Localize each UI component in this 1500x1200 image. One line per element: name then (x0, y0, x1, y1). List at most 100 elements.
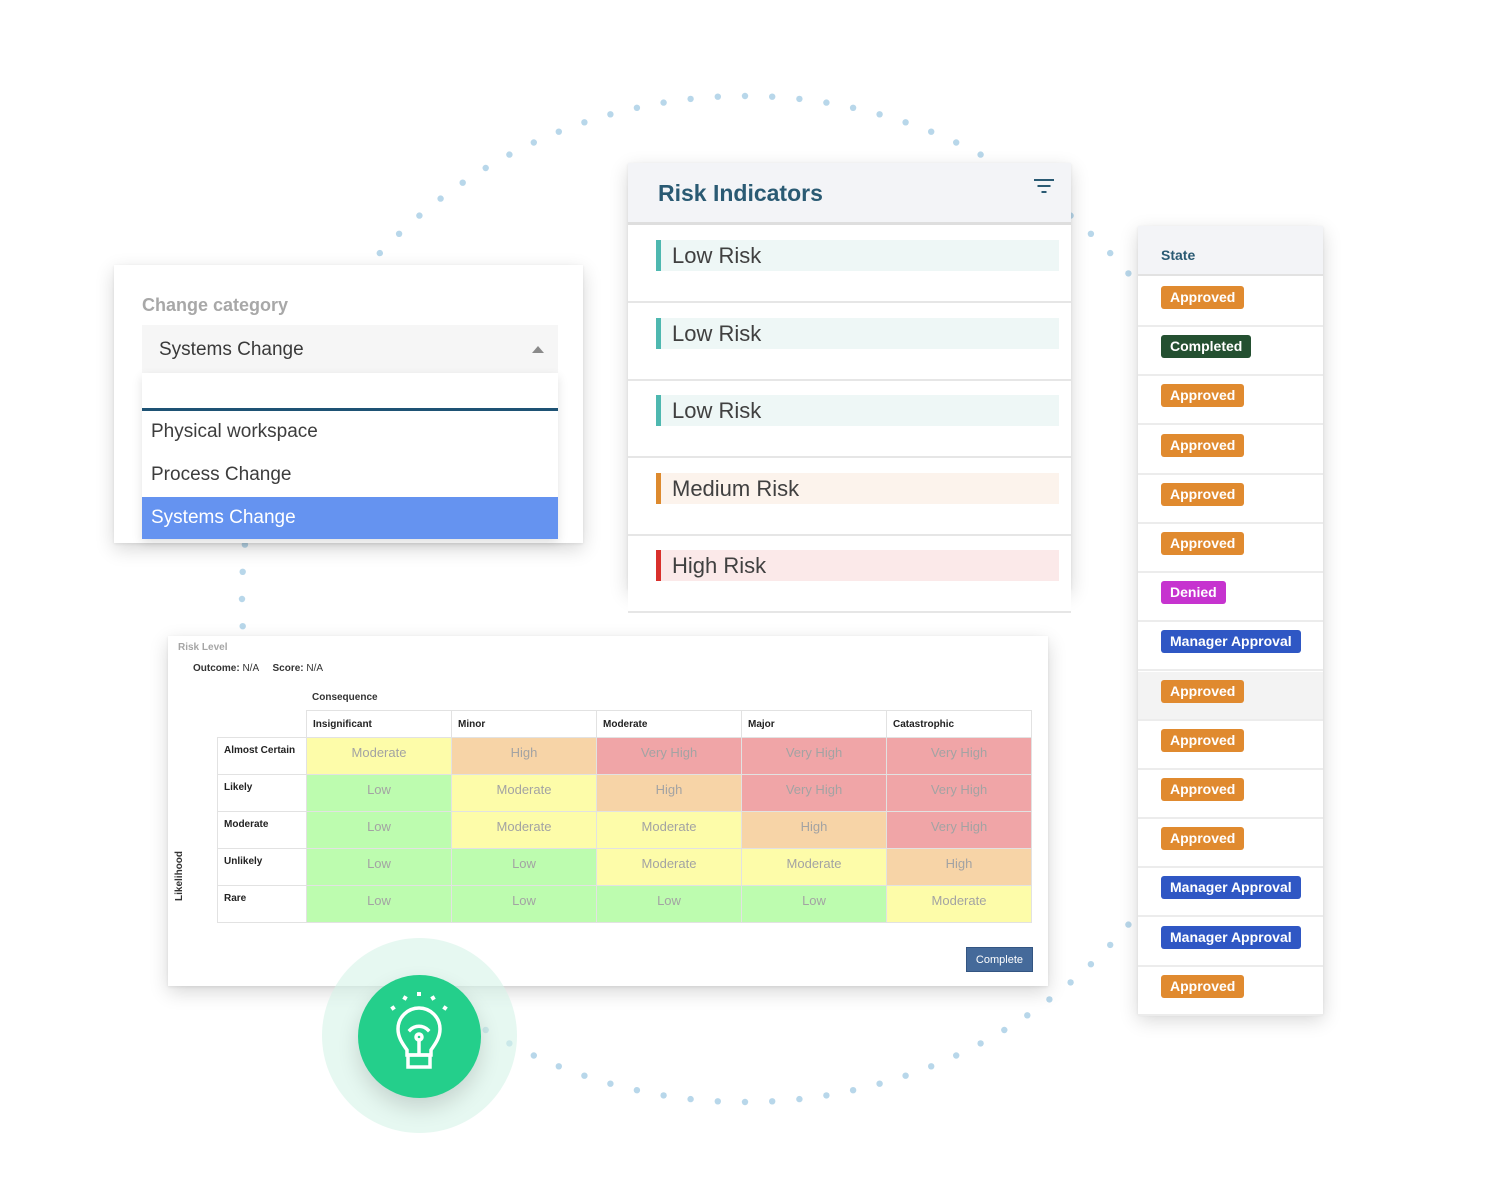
matrix-cell[interactable]: Low (306, 811, 452, 849)
status-badge: Completed (1161, 335, 1252, 359)
matrix-cell[interactable]: Moderate (886, 885, 1032, 923)
ring-dot (239, 623, 246, 630)
likelihood-row-header: Rare (217, 885, 307, 923)
matrix-cell[interactable]: Moderate (596, 811, 742, 849)
dropdown-option-physical-workspace[interactable]: Physical workspace (142, 411, 558, 453)
status-badge: Denied (1161, 581, 1226, 605)
risk-indicator-row[interactable]: Low Risk (628, 304, 1071, 381)
state-row[interactable]: Approved (1138, 967, 1323, 1016)
ring-dot (459, 179, 466, 186)
outcome-label: Outcome: (193, 663, 240, 674)
state-row[interactable]: Manager Approval (1138, 868, 1323, 918)
matrix-row: Moderate Low Moderate Moderate High Very High (217, 811, 1032, 849)
ring-dot (416, 212, 423, 219)
matrix-cell[interactable]: Low (306, 848, 452, 886)
dropdown-option-process-change[interactable]: Process Change (142, 454, 558, 496)
matrix-cell[interactable]: Very High (741, 774, 887, 812)
ring-dot (1087, 961, 1095, 968)
risk-indicator-row[interactable]: Medium Risk (628, 459, 1071, 536)
state-row[interactable]: Manager Approval (1138, 622, 1323, 672)
state-column-header[interactable]: State (1138, 226, 1323, 276)
state-row[interactable]: Denied (1138, 573, 1323, 623)
matrix-cell[interactable]: Low (451, 848, 597, 886)
ring-dot (769, 1098, 776, 1105)
ring-dot (849, 1087, 857, 1094)
matrix-cell[interactable]: Moderate (741, 848, 887, 886)
risk-pill-low: Low Risk (656, 240, 1059, 271)
lightbulb-icon (390, 992, 448, 1069)
ring-dot (607, 1080, 614, 1087)
matrix-cell[interactable]: Moderate (451, 811, 597, 849)
matrix-cell[interactable]: Low (306, 885, 452, 923)
consequence-column-header: Catastrophic (886, 710, 1032, 738)
change-category-select[interactable]: Systems Change (142, 325, 558, 373)
ring-dot (977, 151, 984, 158)
state-row[interactable]: Approved (1138, 671, 1323, 721)
matrix-cell[interactable]: Low (306, 774, 452, 812)
ring-dot (823, 1092, 830, 1099)
state-row[interactable]: Manager Approval (1138, 918, 1323, 967)
ring-dot (660, 99, 667, 106)
matrix-cell[interactable]: High (741, 811, 887, 849)
state-row[interactable]: Approved (1138, 475, 1323, 524)
risk-level-bar (656, 240, 661, 271)
matrix-cell[interactable]: Very High (741, 737, 887, 775)
ring-dot (1024, 1012, 1031, 1019)
state-row[interactable]: Approved (1138, 770, 1323, 819)
status-badge: Approved (1161, 384, 1245, 408)
complete-button[interactable]: Complete (965, 947, 1033, 972)
matrix-cell[interactable]: High (451, 737, 597, 775)
matrix-cell[interactable]: Low (596, 885, 742, 923)
ring-dot (530, 1052, 537, 1059)
state-row[interactable]: Approved (1138, 819, 1323, 869)
ring-dot (953, 139, 960, 146)
matrix-cell[interactable]: Low (741, 885, 887, 923)
ring-dot (555, 128, 562, 135)
matrix-cell[interactable]: Moderate (451, 774, 597, 812)
state-row[interactable]: Approved (1138, 524, 1323, 573)
risk-indicator-row[interactable]: High Risk (628, 537, 1071, 613)
state-row[interactable]: Approved (1138, 376, 1323, 426)
ring-dot (1046, 996, 1053, 1003)
ring-dot (928, 1063, 935, 1070)
matrix-cell[interactable]: Low (451, 885, 597, 923)
consequence-column-header: Moderate (596, 710, 742, 738)
ring-dot (633, 1087, 641, 1094)
status-badge: Approved (1161, 286, 1245, 309)
caret-up-icon[interactable] (532, 346, 544, 353)
ring-dot (437, 195, 444, 202)
ring-dot (977, 1040, 984, 1047)
matrix-cell[interactable]: High (596, 774, 742, 812)
risk-indicator-row[interactable]: Low Risk (628, 382, 1071, 458)
risk-indicator-row[interactable]: Low Risk (628, 227, 1071, 303)
dropdown-option-systems-change[interactable]: Systems Change (142, 497, 558, 539)
selected-value: Systems Change (159, 339, 304, 360)
risk-level-bar (656, 317, 661, 349)
status-badge: Manager Approval (1161, 876, 1301, 900)
ring-dot (714, 93, 721, 100)
ring-dot (928, 128, 935, 135)
score-label: Score: (272, 663, 304, 674)
risk-label: Low Risk (672, 243, 762, 268)
risk-pill-medium: Medium Risk (656, 472, 1059, 504)
matrix-cell[interactable]: Moderate (596, 848, 742, 886)
matrix-cell[interactable]: Very High (886, 737, 1032, 775)
ring-dot (769, 93, 776, 100)
state-row[interactable]: Approved (1138, 721, 1323, 770)
status-badge: Approved (1161, 679, 1245, 703)
state-row[interactable]: Completed (1138, 327, 1323, 377)
state-row[interactable]: Approved (1138, 278, 1323, 327)
likelihood-row-header: Moderate (217, 811, 307, 849)
matrix-cell[interactable]: High (886, 848, 1032, 886)
consequence-column-header: Minor (451, 710, 597, 738)
filter-icon[interactable] (1033, 179, 1055, 195)
dropdown-search-input[interactable] (142, 373, 558, 411)
ring-dot (902, 1072, 909, 1079)
matrix-cell[interactable]: Very High (886, 811, 1032, 849)
state-row[interactable]: Approved (1138, 426, 1323, 475)
matrix-cell[interactable]: Moderate (306, 737, 452, 775)
ring-dot (395, 230, 403, 237)
matrix-cell[interactable]: Very High (886, 774, 1032, 812)
matrix-cell[interactable]: Very High (596, 737, 742, 775)
matrix-row: Almost Certain Moderate High Very High Very … (217, 737, 1032, 775)
